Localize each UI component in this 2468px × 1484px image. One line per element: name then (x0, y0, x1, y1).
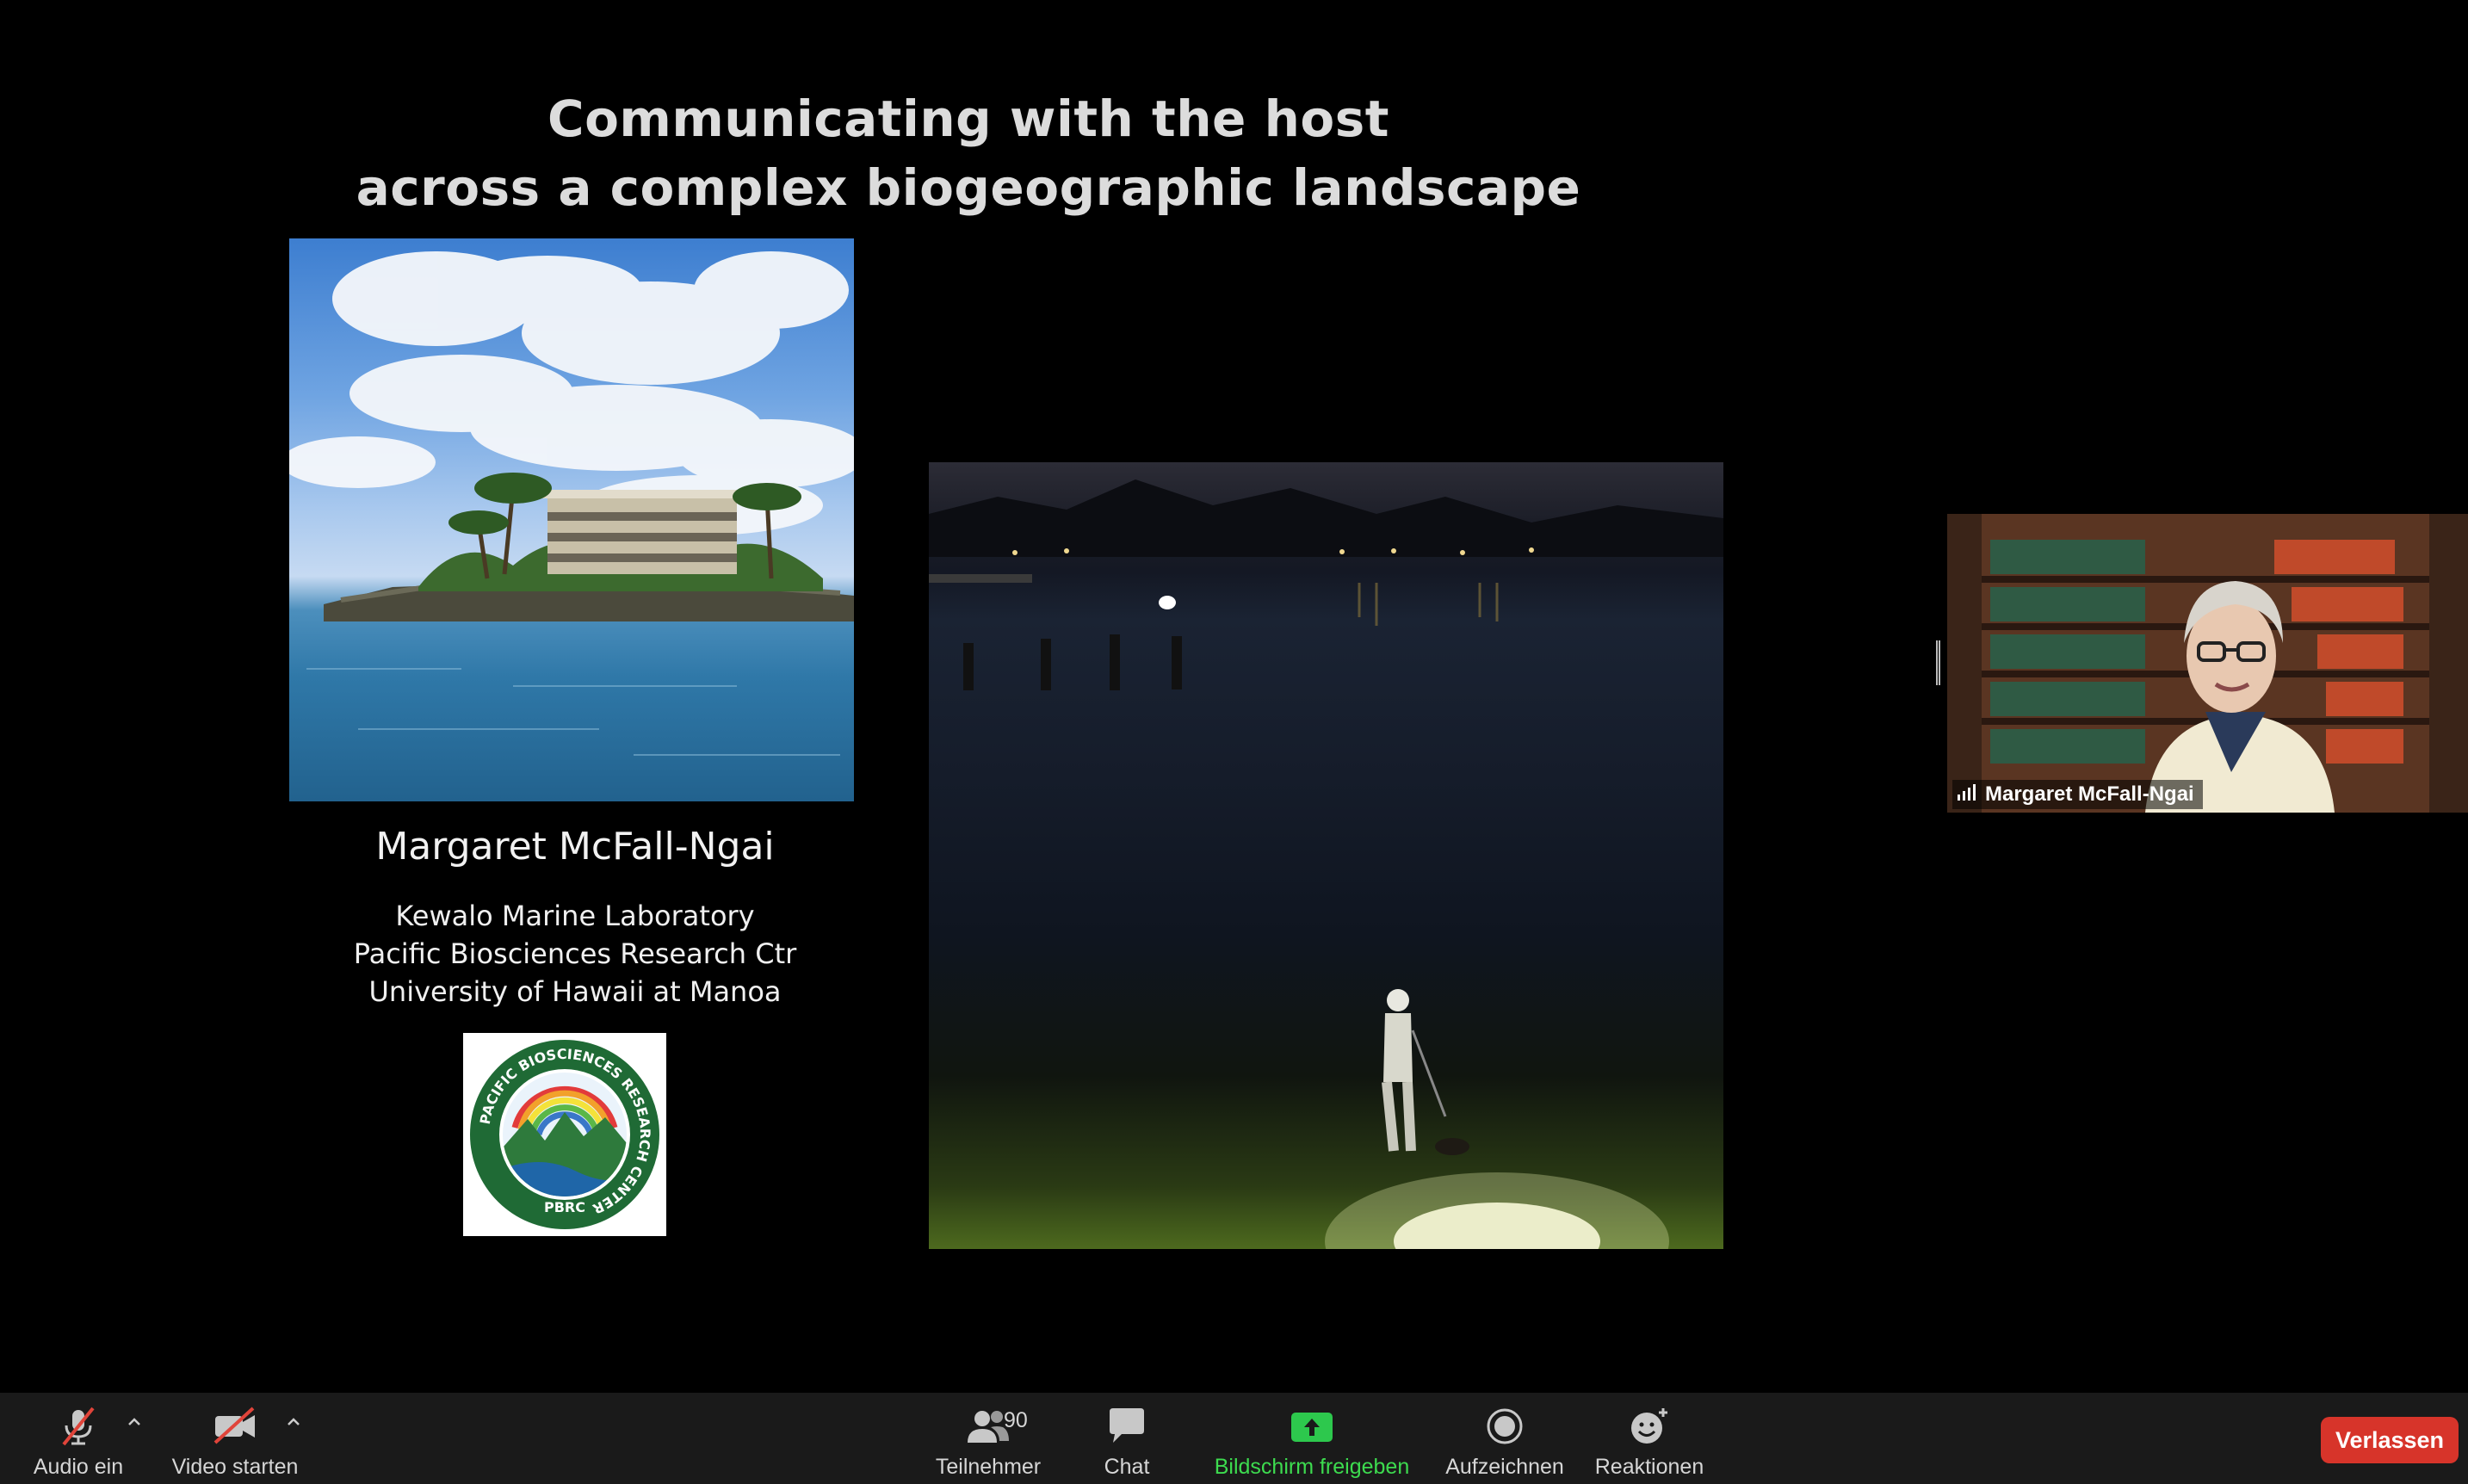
signal-bars-icon (1956, 782, 1978, 807)
logo-abbreviation: PBRC (544, 1199, 585, 1215)
share-screen-icon (1286, 1403, 1338, 1450)
chat-label: Chat (1104, 1455, 1150, 1479)
participants-count: 90 (1004, 1408, 1028, 1432)
slide-title-line-2: across a complex biogeographic landscape (356, 158, 1581, 217)
share-screen-label: Bildschirm freigeben (1214, 1455, 1410, 1479)
reactions-label: Reaktionen (1594, 1455, 1704, 1479)
participant-video-tile[interactable]: Margaret McFall-Ngai (1947, 514, 2468, 813)
participants-label: Teilnehmer (935, 1455, 1042, 1479)
audio-options-caret-icon[interactable] (124, 1412, 145, 1432)
participant-name: Margaret McFall-Ngai (1985, 782, 2194, 806)
leave-meeting-button[interactable]: Verlassen (2321, 1417, 2459, 1463)
night-lagoon-photo (929, 462, 1723, 1249)
affiliation-list: Kewalo Marine Laboratory Pacific Bioscie… (289, 897, 861, 1011)
shared-screen: Communicating with the host across a com… (0, 0, 2468, 1393)
slide-title: Communicating with the host across a com… (258, 84, 1679, 222)
audio-label: Audio ein (33, 1455, 124, 1479)
video-button[interactable]: Video starten (165, 1393, 305, 1484)
video-label: Video starten (171, 1455, 299, 1479)
record-button[interactable]: Aufzeichnen (1436, 1393, 1574, 1484)
video-camera-off-icon (209, 1403, 261, 1450)
chat-button[interactable]: Chat (1086, 1393, 1167, 1484)
audio-button[interactable]: Audio ein (26, 1393, 131, 1484)
share-screen-button[interactable]: Bildschirm freigeben (1203, 1393, 1420, 1484)
record-label: Aufzeichnen (1445, 1455, 1564, 1479)
affiliation-line: University of Hawaii at Manoa (368, 975, 782, 1008)
slide-title-line-1: Communicating with the host (547, 90, 1389, 148)
affiliation-line: Pacific Biosciences Research Ctr (353, 937, 797, 970)
microphone-muted-icon (53, 1403, 104, 1450)
participant-name-label: Margaret McFall-Ngai (1952, 780, 2203, 809)
meeting-toolbar: Audio ein Video starten 90 Teilnehmer Ch… (0, 1393, 2468, 1484)
reactions-button[interactable]: Reaktionen (1589, 1393, 1710, 1484)
chat-bubble-icon (1101, 1403, 1153, 1450)
smiley-add-icon (1624, 1403, 1675, 1450)
speaker-name: Margaret McFall-Ngai (375, 825, 775, 869)
pbrc-logo: PACIFIC BIOSCIENCES RESEARCH CENTER PBRC (463, 1033, 666, 1236)
record-icon (1479, 1403, 1531, 1450)
coastal-building-photo (289, 238, 854, 801)
participants-icon: 90 (954, 1403, 1028, 1450)
participants-button[interactable]: 90 Teilnehmer (928, 1393, 1048, 1484)
affiliation-line: Kewalo Marine Laboratory (395, 900, 755, 932)
video-resize-handle[interactable] (1936, 640, 1940, 685)
video-options-caret-icon[interactable] (283, 1412, 304, 1432)
